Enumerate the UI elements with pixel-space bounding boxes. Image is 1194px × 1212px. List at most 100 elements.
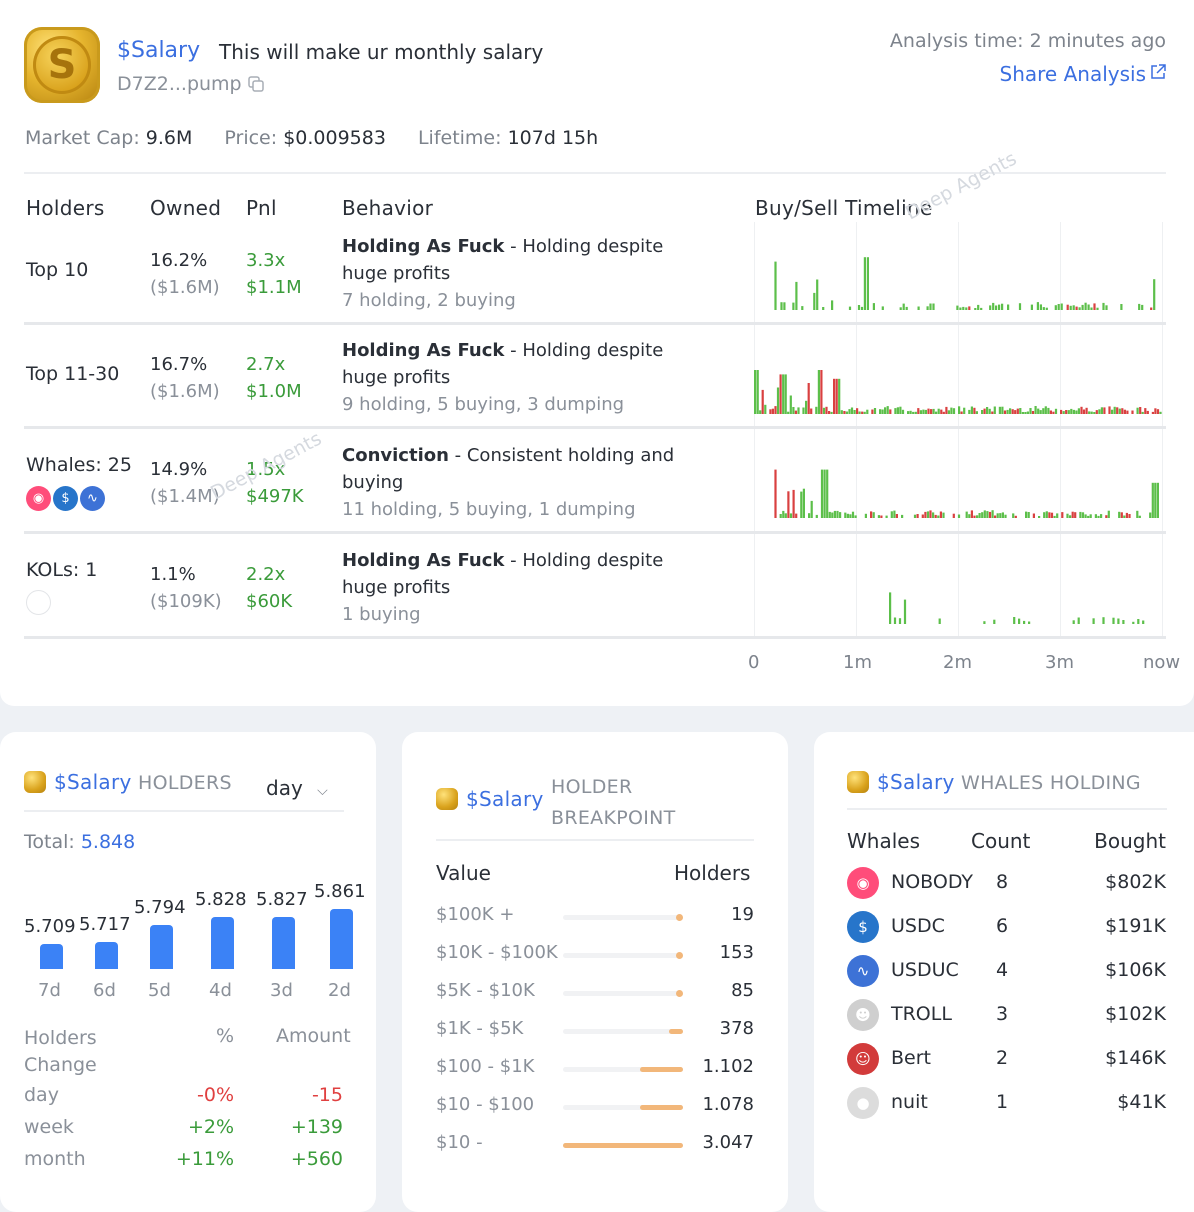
timeline-mark — [826, 469, 829, 518]
pnl-multiple: 2.7x — [246, 354, 286, 375]
timeline-mark — [815, 514, 818, 518]
troll-icon[interactable]: ☻ — [847, 999, 879, 1031]
timeline-mark — [991, 411, 994, 414]
timeline-mark — [942, 411, 945, 414]
change-amount: +560 — [290, 1148, 343, 1170]
timeline-mark — [1077, 617, 1080, 624]
holders-bar[interactable] — [150, 924, 173, 969]
timeline-mark — [993, 406, 996, 414]
timeline-mark — [1094, 514, 1097, 518]
timeline-mark — [968, 514, 971, 518]
timeline-mark — [863, 257, 866, 310]
timeline-axis-label: 1m — [843, 652, 872, 673]
timeline-mark — [1132, 621, 1135, 624]
breakpoint-bar — [563, 914, 683, 921]
usduc-icon[interactable]: ∿ — [847, 955, 879, 987]
timeline-mark — [893, 617, 897, 624]
timeline-mark — [917, 306, 920, 310]
timeline-mark — [1080, 406, 1083, 414]
whale-name[interactable]: USDC — [891, 915, 945, 937]
timeline-mark — [926, 511, 930, 518]
holders-bar-label: 3d — [270, 980, 293, 1001]
whale-bought: $191K — [1105, 915, 1166, 937]
timeline-mark — [1141, 411, 1144, 414]
period-select[interactable]: day ⌵ — [266, 776, 328, 800]
breakpoint-range: $10K - $100K — [436, 942, 558, 963]
timeline-mark — [1069, 305, 1072, 310]
timeline-mark — [1123, 515, 1126, 518]
timeline-mark — [784, 374, 787, 414]
timeline-mark — [782, 510, 785, 518]
whale-name[interactable]: USDUC — [891, 959, 959, 981]
col-owned: Owned — [150, 196, 222, 220]
timeline-mark — [795, 281, 798, 310]
nobody-icon[interactable]: ◉ — [26, 486, 51, 511]
timeline-mark — [1117, 618, 1120, 624]
external-link-icon[interactable] — [1150, 64, 1166, 80]
timeline-mark — [774, 469, 777, 518]
timeline-mark — [1102, 617, 1105, 624]
usduc-icon[interactable]: ∿ — [80, 486, 105, 511]
token-icon — [436, 788, 458, 810]
holders-bar[interactable] — [95, 942, 118, 969]
timeline-mark — [893, 510, 896, 518]
share-analysis-link[interactable]: Share Analysis — [1000, 62, 1146, 86]
timeline-mark — [1139, 407, 1142, 414]
timeline-mark — [1060, 303, 1063, 310]
holders-bar[interactable] — [272, 916, 295, 969]
row-divider — [24, 531, 1166, 534]
timeline-mark — [833, 378, 836, 414]
timeline-mark — [1112, 617, 1115, 624]
timeline-mark — [846, 513, 849, 518]
whale-name[interactable]: NOBODY — [891, 871, 973, 893]
kol-avatar[interactable] — [26, 590, 51, 615]
copy-icon[interactable] — [248, 76, 264, 92]
timeline-mark — [776, 387, 780, 414]
whale-name[interactable]: nuit — [891, 1091, 928, 1113]
timeline-mark — [1001, 512, 1004, 518]
timeline-mark — [779, 514, 782, 518]
usdc-icon[interactable]: $ — [53, 486, 78, 511]
nobody-icon[interactable]: ◉ — [847, 867, 879, 899]
timeline-mark — [950, 407, 953, 414]
holders-bar[interactable] — [40, 944, 63, 969]
timeline-mark — [801, 306, 804, 310]
timeline-mark — [983, 510, 986, 518]
timeline-mark — [1093, 412, 1096, 414]
nuit-icon[interactable]: ● — [847, 1087, 879, 1119]
timeline-mark — [914, 411, 917, 414]
change-period: month — [24, 1148, 86, 1170]
timeline-mark — [754, 370, 757, 414]
timeline-mark — [1097, 515, 1100, 518]
token-symbol[interactable]: $Salary — [117, 38, 200, 63]
holders-bar[interactable] — [211, 916, 234, 969]
timeline-mark — [843, 411, 846, 414]
timeline-mark — [945, 406, 948, 414]
whale-bought: $102K — [1105, 1003, 1166, 1025]
timeline-mark — [1014, 515, 1017, 518]
timeline-mark — [1154, 408, 1157, 414]
timeline-mark — [957, 514, 961, 518]
timeline-mark — [962, 306, 965, 310]
timeline-mark — [810, 408, 813, 414]
col-bought: Bought — [1094, 829, 1166, 853]
total-holders: Total: 5.848 — [24, 831, 136, 853]
holders-bar[interactable] — [330, 909, 353, 969]
timeline-axis-label: 3m — [1045, 652, 1074, 673]
timeline-mark — [802, 488, 805, 518]
timeline-mark — [884, 407, 887, 414]
timeline-mark — [1113, 406, 1116, 414]
whale-name[interactable]: TROLL — [891, 1003, 952, 1025]
timeline-mark — [1142, 620, 1145, 624]
bert-icon[interactable]: ☺ — [847, 1043, 879, 1075]
timeline-mark — [1066, 304, 1069, 310]
buy-sell-timeline — [774, 469, 1159, 518]
timeline-mark — [1053, 515, 1056, 518]
whale-name[interactable]: Bert — [891, 1047, 931, 1069]
change-header-amount: Amount — [276, 1025, 351, 1047]
timeline-mark — [1042, 307, 1045, 310]
owned-usd: ($109K) — [150, 591, 222, 612]
timeline-mark — [929, 510, 932, 518]
breakpoint-bar-fill — [676, 914, 683, 921]
usdc-icon[interactable]: $ — [847, 911, 879, 943]
